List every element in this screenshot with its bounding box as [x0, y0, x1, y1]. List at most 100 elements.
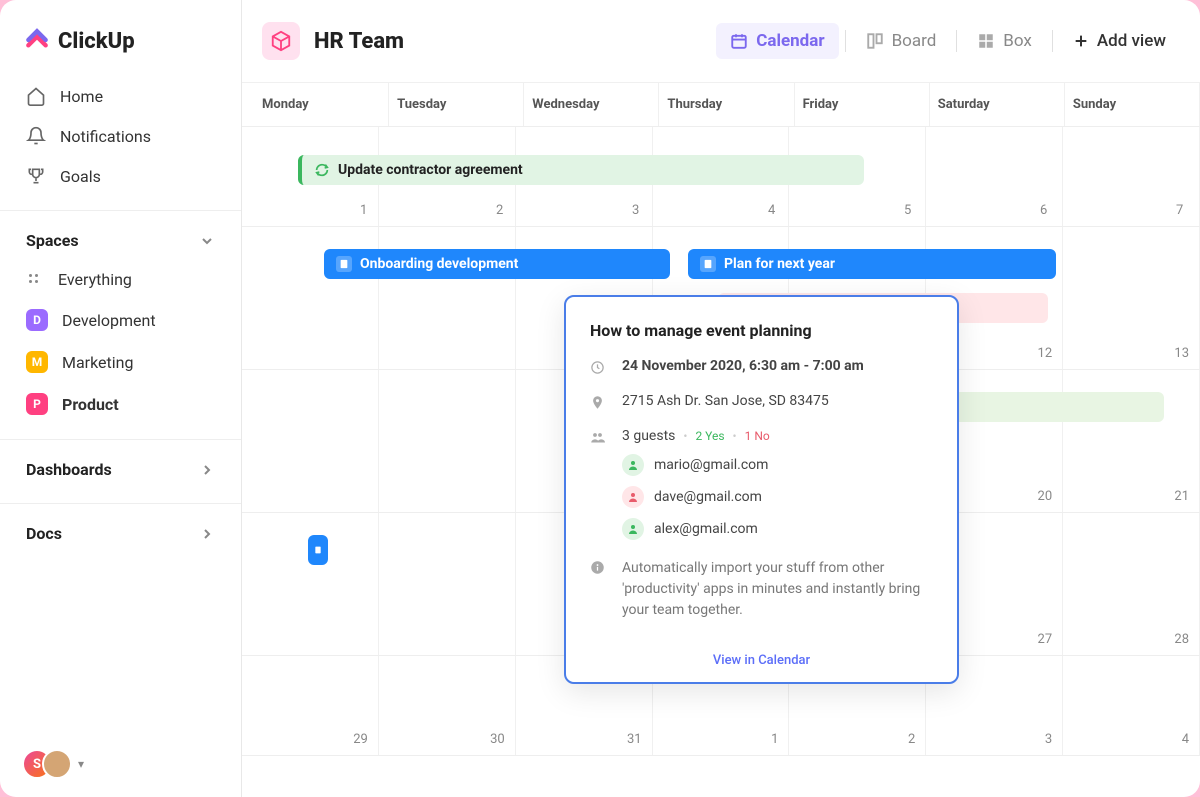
app-root: ClickUp Home Notifications Goals Spaces — [0, 0, 1200, 797]
clock-icon — [590, 360, 606, 375]
calendar-cell[interactable]: 4 — [1063, 656, 1200, 755]
event-label: Onboarding development — [360, 256, 518, 272]
day-label: Wednesday — [524, 83, 659, 126]
guest-email: mario@gmail.com — [654, 457, 768, 473]
user-avatars[interactable]: S ▾ — [0, 731, 241, 797]
popup-location: 2715 Ash Dr. San Jose, SD 83475 — [622, 393, 933, 410]
nav-goals[interactable]: Goals — [12, 156, 229, 196]
nav: Home Notifications Goals — [0, 76, 241, 210]
team-icon — [262, 22, 300, 60]
popup-info: Automatically import your stuff from oth… — [622, 558, 933, 621]
dashboards-label: Dashboards — [26, 460, 112, 479]
event-label: Update contractor agreement — [338, 162, 523, 178]
date-num: 3 — [1045, 732, 1052, 747]
location-icon — [590, 395, 606, 410]
event-block[interactable] — [308, 535, 328, 565]
day-header: Monday Tuesday Wednesday Thursday Friday… — [242, 83, 1200, 127]
space-development[interactable]: D Development — [12, 299, 229, 341]
date-num: 12 — [1038, 346, 1053, 361]
space-label: Development — [62, 311, 156, 330]
calendar-cell[interactable] — [242, 513, 379, 655]
date-num: 31 — [627, 732, 642, 747]
separator — [1052, 30, 1053, 52]
space-badge: D — [26, 309, 48, 331]
bell-icon — [26, 126, 46, 146]
space-badge: M — [26, 351, 48, 373]
trophy-icon — [26, 166, 46, 186]
doc-icon — [700, 256, 716, 272]
calendar-cell[interactable]: 30 — [379, 656, 516, 755]
doc-icon — [336, 256, 352, 272]
guests-yes: 2 Yes — [695, 429, 724, 443]
guests-no: 1 No — [745, 429, 770, 443]
board-icon — [866, 32, 884, 50]
guest-status-icon — [622, 486, 644, 508]
date-num: 30 — [490, 732, 505, 747]
date-num: 3 — [632, 203, 639, 218]
view-in-calendar-link[interactable]: View in Calendar — [590, 639, 933, 668]
event-onboarding[interactable]: Onboarding development — [324, 249, 670, 279]
home-icon — [26, 86, 46, 106]
popup-datetime-row: 24 November 2020, 6:30 am - 7:00 am — [590, 358, 933, 375]
date-num: 28 — [1174, 632, 1189, 647]
grid-icon — [977, 32, 995, 50]
calendar-cell[interactable] — [379, 513, 516, 655]
date-num: 4 — [1182, 732, 1189, 747]
page-title: HR Team — [314, 29, 404, 54]
space-everything[interactable]: Everything — [12, 260, 229, 299]
view-label: Calendar — [756, 31, 824, 51]
add-view-button[interactable]: Add view — [1059, 23, 1180, 59]
calendar-row: Update contractor agreement 1 2 3 4 5 6 … — [242, 127, 1200, 227]
day-label: Monday — [242, 83, 389, 126]
space-product[interactable]: P Product — [12, 383, 229, 425]
event-plan[interactable]: Plan for next year — [688, 249, 1056, 279]
chevron-down-icon: ▾ — [78, 757, 84, 771]
space-label: Product — [62, 395, 119, 414]
calendar-cell[interactable]: 13 — [1063, 227, 1200, 369]
date-num: 27 — [1038, 632, 1053, 647]
calendar-cell[interactable]: 28 — [1063, 513, 1200, 655]
calendar-cell[interactable]: 29 — [242, 656, 379, 755]
guests-count: 3 guests — [622, 428, 675, 444]
logo[interactable]: ClickUp — [0, 0, 241, 76]
space-marketing[interactable]: M Marketing — [12, 341, 229, 383]
spaces-header[interactable]: Spaces — [12, 225, 229, 260]
refresh-icon — [314, 162, 330, 178]
date-num: 2 — [908, 732, 915, 747]
guest-row: mario@gmail.com — [622, 454, 933, 476]
space-everything-label: Everything — [58, 270, 132, 289]
nav-notifications[interactable]: Notifications — [12, 116, 229, 156]
chevron-down-icon — [199, 233, 215, 249]
popup-guests-row: 3 guests • 2 Yes • 1 No mario@gmail.com … — [590, 428, 933, 540]
date-num: 13 — [1174, 346, 1189, 361]
view-calendar[interactable]: Calendar — [716, 23, 838, 59]
view-box[interactable]: Box — [963, 23, 1046, 59]
nav-goals-label: Goals — [60, 167, 101, 186]
clickup-logo-icon — [24, 28, 50, 54]
header: HR Team Calendar Board Box — [242, 0, 1200, 83]
date-num: 21 — [1174, 489, 1189, 504]
info-icon — [590, 560, 606, 621]
event-popup: How to manage event planning 24 November… — [564, 295, 959, 684]
event-label: Plan for next year — [724, 256, 835, 272]
date-num: 4 — [768, 203, 775, 218]
separator — [845, 30, 846, 52]
date-num: 7 — [1176, 203, 1183, 218]
guest-email: alex@gmail.com — [654, 521, 758, 537]
docs-section[interactable]: Docs — [0, 503, 241, 567]
sidebar: ClickUp Home Notifications Goals Spaces — [0, 0, 242, 797]
date-num: 20 — [1038, 489, 1053, 504]
space-label: Marketing — [62, 353, 133, 372]
guest-row: alex@gmail.com — [622, 518, 933, 540]
nav-home[interactable]: Home — [12, 76, 229, 116]
date-num: 5 — [904, 203, 911, 218]
dashboards-section[interactable]: Dashboards — [0, 439, 241, 503]
popup-title: How to manage event planning — [590, 321, 933, 340]
view-label: Box — [1003, 31, 1032, 51]
popup-location-row: 2715 Ash Dr. San Jose, SD 83475 — [590, 393, 933, 410]
view-board[interactable]: Board — [852, 23, 951, 59]
event-contractor[interactable]: Update contractor agreement — [298, 155, 864, 185]
guest-email: dave@gmail.com — [654, 489, 762, 505]
calendar-cell[interactable] — [379, 370, 516, 512]
calendar-cell[interactable] — [242, 370, 379, 512]
